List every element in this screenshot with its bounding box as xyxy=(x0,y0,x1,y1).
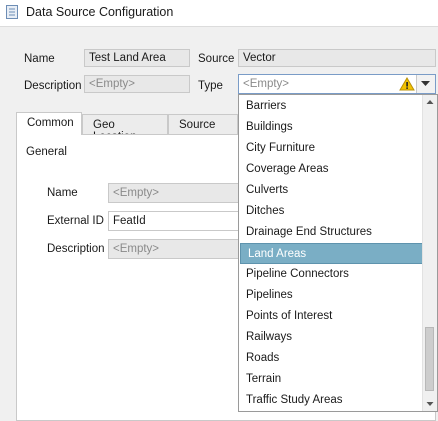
document-icon xyxy=(6,5,18,19)
chevron-down-icon xyxy=(421,81,430,86)
dropdown-option-pipeline-connectors[interactable]: Pipeline Connectors xyxy=(239,264,423,285)
type-value: <Empty> xyxy=(243,78,290,90)
tab-geo-location[interactable]: Geo Location xyxy=(82,114,168,143)
dropdown-option-drainage-end-structures[interactable]: Drainage End Structures xyxy=(239,222,423,243)
window-title: Data Source Configuration xyxy=(26,5,174,19)
general-name-label: Name xyxy=(47,187,78,199)
description-label: Description xyxy=(24,80,82,92)
tab-source[interactable]: Source xyxy=(168,114,238,134)
dropdown-option-traffic-study-areas[interactable]: Traffic Study Areas xyxy=(239,390,423,411)
dropdown-option-points-of-interest[interactable]: Points of Interest xyxy=(239,306,423,327)
general-description-label: Description xyxy=(47,243,105,255)
type-label: Type xyxy=(198,80,223,92)
dropdown-option-culverts[interactable]: Culverts xyxy=(239,180,423,201)
general-description-field[interactable]: <Empty> xyxy=(108,239,248,259)
dropdown-option-barriers[interactable]: Barriers xyxy=(239,96,423,117)
scrollbar-thumb[interactable] xyxy=(425,327,434,391)
scroll-down-icon[interactable] xyxy=(423,397,437,411)
name-label: Name xyxy=(24,53,55,65)
dropdown-option-pipelines[interactable]: Pipelines xyxy=(239,285,423,306)
general-name-field[interactable]: <Empty> xyxy=(108,183,248,203)
dropdown-option-land-areas[interactable]: Land Areas xyxy=(240,243,423,264)
warning-icon xyxy=(399,77,415,91)
tab-common[interactable]: Common xyxy=(16,112,82,135)
dropdown-option-ditches[interactable]: Ditches xyxy=(239,201,423,222)
external-id-field[interactable]: FeatId xyxy=(108,211,248,231)
dropdown-scrollbar[interactable] xyxy=(422,95,437,411)
description-field[interactable]: <Empty> xyxy=(84,75,190,93)
dropdown-option-buildings[interactable]: Buildings xyxy=(239,117,423,138)
dropdown-option-railways[interactable]: Railways xyxy=(239,327,423,348)
name-field[interactable]: Test Land Area xyxy=(84,49,190,67)
dropdown-option-coverage-areas[interactable]: Coverage Areas xyxy=(239,159,423,180)
dropdown-option-terrain[interactable]: Terrain xyxy=(239,369,423,390)
general-heading: General xyxy=(26,146,67,158)
title-bar: Data Source Configuration xyxy=(0,0,438,27)
scroll-up-icon[interactable] xyxy=(423,95,437,109)
source-field[interactable]: Vector xyxy=(238,49,436,67)
type-combobox[interactable]: <Empty> xyxy=(238,74,436,94)
type-dropdown-list[interactable]: Barriers Buildings City Furniture Covera… xyxy=(238,94,438,412)
source-label: Source xyxy=(198,53,235,65)
type-dropdown-button[interactable] xyxy=(416,75,435,93)
external-id-label: External ID xyxy=(47,215,104,227)
dropdown-option-roads[interactable]: Roads xyxy=(239,348,423,369)
dropdown-option-city-furniture[interactable]: City Furniture xyxy=(239,138,423,159)
